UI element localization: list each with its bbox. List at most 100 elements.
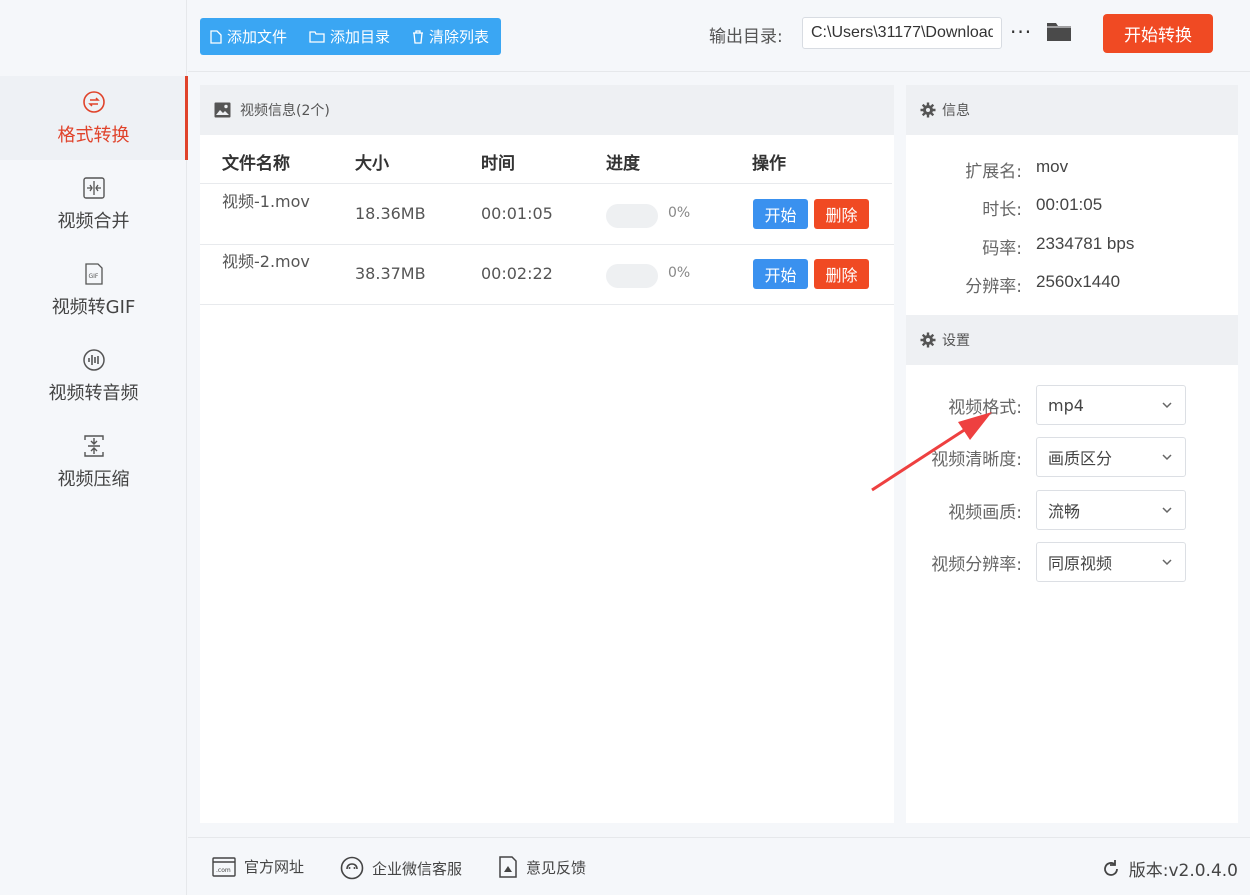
output-dir-input[interactable] (802, 17, 1002, 49)
wechat-support-icon (340, 856, 364, 880)
folder-outline-icon (309, 31, 325, 43)
sidebar-item-label: 视频压缩 (57, 469, 130, 490)
setting-video-quality: 视频画质: 流畅 (906, 490, 1238, 530)
file-name: 视频-1.mov (222, 192, 310, 211)
info-value: 2560x1440 (1036, 272, 1121, 291)
compress-icon (81, 433, 107, 459)
website-icon: .com (212, 856, 236, 877)
wechat-support-label: 企业微信客服 (372, 859, 463, 878)
sidebar-item-format-convert[interactable]: 格式转换 (0, 76, 188, 160)
trash-icon (413, 29, 424, 44)
top-toolbar: 添加文件 添加目录 清除列表 输出目录: ··· 开始转换 (188, 0, 1250, 72)
start-convert-button[interactable]: 开始转换 (1103, 14, 1213, 53)
wechat-support-link[interactable]: 企业微信客服 (340, 856, 462, 880)
progress-percent: 0% (668, 205, 691, 221)
setting-video-resolution: 视频分辨率: 同原视频 (906, 542, 1238, 582)
clear-list-label: 清除列表 (429, 28, 490, 46)
file-size: 18.36MB (355, 204, 426, 223)
column-header: 大小 (355, 154, 389, 174)
setting-label: 视频画质: (948, 503, 1022, 523)
add-directory-button[interactable]: 添加目录 (309, 26, 390, 47)
sidebar-item-label: 格式转换 (57, 125, 130, 146)
setting-label: 视频清晰度: (931, 450, 1022, 470)
progress-percent: 0% (668, 265, 691, 281)
gear-icon (920, 102, 936, 118)
sidebar: 格式转换 视频合并 GIF 视频转GIF 视频转音频 视频压缩 (0, 0, 188, 895)
file-action-group: 添加文件 添加目录 清除列表 (200, 18, 502, 55)
sidebar-item-label: 视频合并 (57, 211, 130, 232)
select-value: mp4 (1048, 395, 1084, 415)
start-button[interactable]: 开始 (753, 199, 808, 229)
info-key: 码率: (982, 239, 1022, 259)
chevron-down-icon (1162, 507, 1172, 514)
more-button[interactable]: ··· (1010, 20, 1032, 44)
column-header: 操作 (752, 154, 786, 174)
feedback-link[interactable]: 意见反馈 (498, 856, 586, 878)
video-resolution-select[interactable]: 同原视频 (1036, 542, 1186, 582)
feedback-icon (499, 856, 517, 878)
sidebar-item-label: 视频转GIF (51, 297, 136, 318)
convert-icon (81, 89, 107, 115)
video-format-select[interactable]: mp4 (1036, 385, 1186, 425)
video-quality-select[interactable]: 流畅 (1036, 490, 1186, 530)
column-header: 文件名称 (222, 154, 290, 174)
clear-list-button[interactable]: 清除列表 (412, 26, 489, 47)
sidebar-item-video-to-gif[interactable]: GIF 视频转GIF (0, 248, 187, 332)
file-icon (210, 29, 222, 44)
table-row[interactable]: 视频-1.mov 18.36MB 00:01:05 0% 开始 删除 (200, 185, 894, 245)
delete-button[interactable]: 删除 (814, 259, 869, 289)
select-value: 流畅 (1048, 502, 1081, 521)
info-title: 信息 (942, 103, 970, 119)
table-row[interactable]: 视频-2.mov 38.37MB 00:02:22 0% 开始 删除 (200, 245, 894, 305)
setting-video-format: 视频格式: mp4 (906, 385, 1238, 425)
delete-button[interactable]: 删除 (814, 199, 869, 229)
svg-text:.com: .com (216, 867, 231, 874)
add-file-button[interactable]: 添加文件 (210, 26, 287, 47)
audio-icon (81, 347, 107, 373)
svg-text:GIF: GIF (88, 273, 98, 280)
add-directory-label: 添加目录 (330, 28, 391, 46)
official-website-label: 官方网址 (244, 858, 305, 876)
progress-bar (606, 264, 658, 288)
sidebar-item-video-to-audio[interactable]: 视频转音频 (0, 334, 187, 418)
file-size: 38.37MB (355, 264, 426, 283)
file-duration: 00:02:22 (481, 264, 553, 283)
info-section-header: 信息 (906, 85, 1238, 135)
gear-icon (920, 332, 936, 348)
output-dir-label: 输出目录: (709, 27, 783, 47)
start-button[interactable]: 开始 (753, 259, 808, 289)
chevron-down-icon (1162, 559, 1172, 566)
video-list-panel: 视频信息(2个) 文件名称 大小 时间 进度 操作 视频-1.mov 18.36… (200, 85, 894, 823)
open-folder-icon[interactable] (1046, 20, 1072, 46)
footer: .com 官方网址 企业微信客服 意见反馈 版本:v2.0.4.0 (188, 837, 1250, 895)
video-list-title: 视频信息(2个) (240, 103, 330, 119)
feedback-label: 意见反馈 (526, 858, 587, 877)
sidebar-item-video-compress[interactable]: 视频压缩 (0, 420, 187, 504)
setting-label: 视频分辨率: (931, 555, 1022, 575)
info-value: 00:01:05 (1036, 195, 1103, 214)
chevron-down-icon (1162, 402, 1172, 409)
merge-icon (81, 175, 107, 201)
setting-video-clarity: 视频清晰度: 画质区分 (906, 437, 1238, 477)
settings-section-header: 设置 (906, 315, 1238, 365)
official-website-link[interactable]: .com 官方网址 (212, 856, 304, 877)
image-icon (214, 102, 231, 118)
version-info[interactable]: 版本:v2.0.4.0 (1101, 856, 1238, 881)
chevron-down-icon (1162, 454, 1172, 461)
settings-title: 设置 (942, 333, 970, 349)
refresh-icon (1103, 859, 1118, 876)
setting-label: 视频格式: (948, 398, 1022, 418)
file-duration: 00:01:05 (481, 204, 553, 223)
info-value: mov (1036, 157, 1069, 176)
version-label: 版本:v2.0.4.0 (1128, 861, 1238, 881)
sidebar-item-video-merge[interactable]: 视频合并 (0, 162, 187, 246)
select-value: 同原视频 (1048, 554, 1113, 573)
add-file-label: 添加文件 (227, 28, 288, 46)
file-name: 视频-2.mov (222, 252, 310, 271)
video-clarity-select[interactable]: 画质区分 (1036, 437, 1186, 477)
column-header: 时间 (481, 154, 515, 174)
video-list-header: 视频信息(2个) (200, 85, 894, 135)
table-header: 文件名称 大小 时间 进度 操作 (200, 135, 892, 184)
column-header: 进度 (606, 154, 640, 174)
info-key: 扩展名: (965, 162, 1022, 182)
